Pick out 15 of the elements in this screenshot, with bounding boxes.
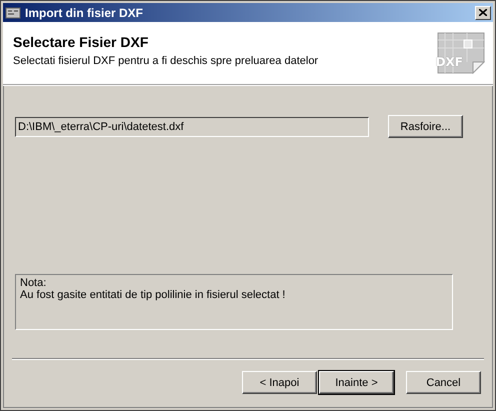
dialog-button[interactable]: Inainte >: [319, 371, 394, 394]
document-icon: [437, 32, 485, 74]
browse-button[interactable]: Rasfoire...: [388, 115, 463, 138]
icon-label: DXF: [436, 55, 463, 69]
close-button[interactable]: [475, 6, 491, 20]
page-subtitle: Selectati fisierul DXF pentru a fi deschis spre preluarea datelor: [13, 54, 320, 66]
file-path-field[interactable]: D:\IBM\_eterra\CP-uri\datetest.dxf: [15, 116, 369, 136]
dialog-button[interactable]: Cancel: [406, 371, 481, 394]
dialog-button[interactable]: < Inapoi: [242, 371, 317, 394]
note-label: Nota:: [20, 277, 48, 289]
page-title: Selectare Fisier DXF: [13, 34, 150, 50]
note-text: Au fost gasite entitati de tip polilinie in fisierul selectat !: [20, 289, 286, 301]
window-title: Import din fisier DXF: [25, 6, 144, 20]
close-icon: [479, 9, 487, 16]
app-icon: [5, 6, 21, 20]
